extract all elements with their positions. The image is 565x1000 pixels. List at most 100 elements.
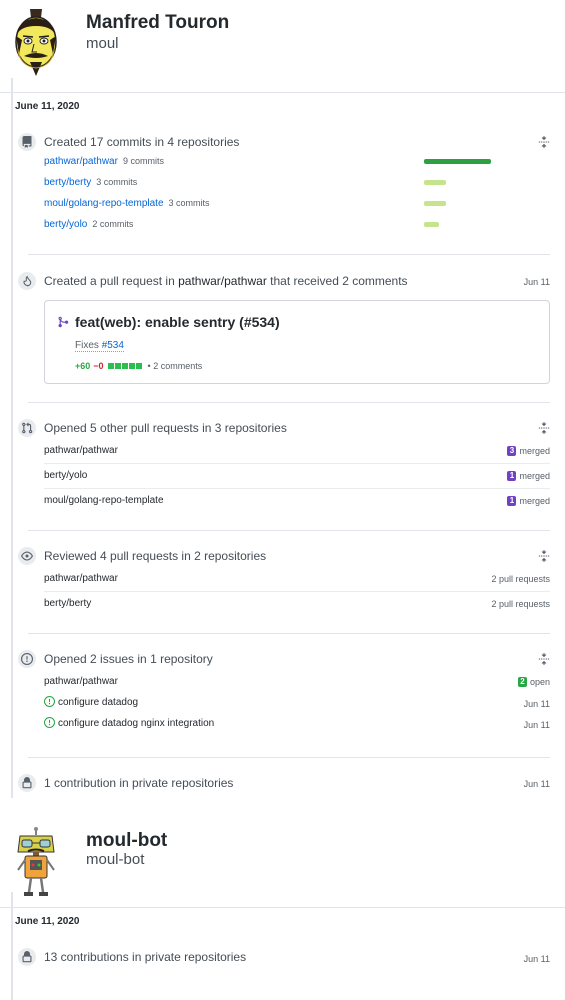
avatar[interactable]	[12, 826, 60, 898]
user-login[interactable]: moul	[86, 35, 119, 52]
merged-status: 3 merged	[507, 446, 550, 456]
repo-link[interactable]: pathwar/pathwar	[178, 274, 267, 288]
review-count[interactable]: 2 pull requests	[491, 574, 550, 584]
pr-repo-row[interactable]: berty/yolo	[44, 470, 87, 481]
lock-icon	[16, 772, 38, 794]
repo-link[interactable]: pathwar/pathwar	[44, 156, 118, 167]
status-label: merged	[519, 496, 550, 506]
repo-link[interactable]: berty/berty	[44, 177, 91, 188]
status-label: merged	[519, 471, 550, 481]
section-divider	[28, 254, 550, 255]
opened-prs-summary: Opened 5 other pull requests in 3 reposi…	[44, 421, 287, 435]
user-header: moul-bot moul-bot	[0, 820, 565, 900]
git-pull-request-icon	[16, 417, 38, 439]
pr-repo-row[interactable]: pathwar/pathwar	[44, 445, 118, 456]
fold-icon[interactable]	[537, 135, 551, 149]
review-repo-row[interactable]: berty/berty	[44, 598, 91, 609]
issue-item[interactable]: configure datadog nginx integration	[44, 717, 214, 729]
diffstat-block	[128, 363, 135, 369]
pr-created-summary: Created a pull request in pathwar/pathwa…	[44, 274, 408, 288]
merged-count-badge: 1	[507, 496, 517, 506]
row-separator	[44, 488, 550, 489]
repo-link[interactable]: moul/golang-repo-template	[44, 198, 164, 209]
private-contributions: 1 contribution in private repositories	[44, 776, 234, 790]
user-login[interactable]: moul-bot	[86, 851, 144, 868]
pr-body-text: Fixes	[75, 340, 99, 351]
eye-icon	[16, 545, 38, 567]
issue-title[interactable]: configure datadog nginx integration	[58, 718, 214, 729]
fold-icon[interactable]	[537, 652, 551, 666]
commit-repo-row: moul/golang-repo-template 3 commits	[44, 198, 210, 209]
commit-repo-row: berty/berty 3 commits	[44, 177, 137, 188]
user-name[interactable]: Manfred Touron	[86, 12, 229, 34]
pr-repo-row[interactable]: moul/golang-repo-template	[44, 495, 164, 506]
pr-body: Fixes #534	[75, 340, 124, 352]
issue-title[interactable]: configure datadog	[58, 697, 138, 708]
issue-item[interactable]: configure datadog	[44, 696, 138, 708]
commit-repo-row: berty/yolo 2 commits	[44, 219, 133, 230]
issue-opened-icon	[44, 696, 55, 707]
merged-count-badge: 1	[507, 471, 517, 481]
repo-push-icon	[16, 131, 38, 153]
open-count-badge: 2	[517, 677, 527, 687]
fold-icon[interactable]	[537, 549, 551, 563]
user-name[interactable]: moul-bot	[86, 830, 167, 852]
merged-status: 1 merged	[507, 496, 550, 506]
date-heading: June 11, 2020	[15, 916, 80, 927]
commit-count[interactable]: 3 commits	[169, 198, 210, 208]
diffstat-block	[107, 363, 114, 369]
row-separator	[44, 463, 550, 464]
deletions: −0	[93, 361, 104, 371]
section-divider	[28, 757, 550, 758]
comment-count: • 2 comments	[147, 361, 203, 371]
commit-bar	[424, 201, 446, 206]
status-label: open	[529, 677, 550, 687]
open-status: 2 open	[517, 677, 550, 687]
commit-bar	[424, 180, 446, 185]
lock-icon	[16, 946, 38, 968]
merged-status: 1 merged	[507, 471, 550, 481]
pr-created-suffix: that received 2 comments	[270, 274, 408, 288]
section-divider	[28, 633, 550, 634]
commit-bar	[424, 159, 491, 164]
pr-title[interactable]: feat(web): enable sentry (#534)	[75, 314, 280, 330]
pr-ref-link[interactable]: #534	[102, 340, 124, 351]
pr-stats: +60 −0 • 2 comments	[75, 361, 202, 371]
event-date: Jun 11	[523, 779, 550, 789]
commit-repo-row: pathwar/pathwar 9 commits	[44, 156, 164, 167]
row-separator	[44, 591, 550, 592]
user-header: Manfred Touron moul	[0, 0, 565, 80]
repo-link[interactable]: berty/yolo	[44, 219, 87, 230]
date-heading: June 11, 2020	[15, 101, 80, 112]
flame-icon	[16, 270, 38, 292]
event-date: Jun 11	[523, 277, 550, 287]
avatar[interactable]	[8, 6, 64, 78]
commit-count[interactable]: 2 commits	[92, 219, 133, 229]
issue-date: Jun 11	[523, 720, 550, 730]
timeline-line	[11, 892, 13, 1000]
commit-bar	[424, 222, 439, 227]
header-divider	[0, 92, 565, 93]
pull-request-card[interactable]: feat(web): enable sentry (#534) Fixes #5…	[44, 300, 550, 384]
issue-date: Jun 11	[523, 699, 550, 709]
section-divider	[28, 530, 550, 531]
private-contributions: 13 contributions in private repositories	[44, 950, 247, 964]
fold-icon[interactable]	[537, 421, 551, 435]
commit-count[interactable]: 9 commits	[123, 156, 164, 166]
commits-summary: Created 17 commits in 4 repositories	[44, 135, 240, 149]
issue-opened-icon	[16, 648, 38, 670]
commit-count[interactable]: 3 commits	[96, 177, 137, 187]
git-merge-icon	[58, 316, 69, 328]
review-count[interactable]: 2 pull requests	[491, 599, 550, 609]
diffstat-block	[121, 363, 128, 369]
additions: +60	[75, 361, 91, 371]
review-repo-row[interactable]: pathwar/pathwar	[44, 573, 118, 584]
reviewed-summary: Reviewed 4 pull requests in 2 repositori…	[44, 549, 267, 563]
timeline-line	[11, 78, 13, 798]
header-divider	[0, 907, 565, 908]
issue-opened-icon	[44, 717, 55, 728]
issue-repo-row[interactable]: pathwar/pathwar	[44, 676, 118, 687]
diffstat-block	[135, 363, 142, 369]
merged-count-badge: 3	[507, 446, 517, 456]
issues-summary: Opened 2 issues in 1 repository	[44, 652, 213, 666]
